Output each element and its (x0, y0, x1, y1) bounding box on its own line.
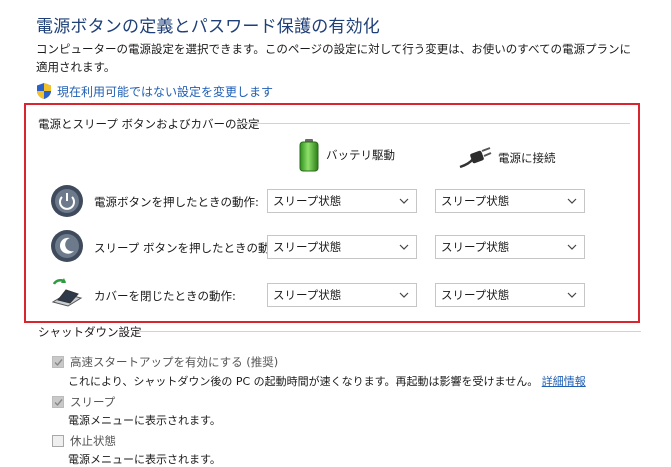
sleep-button-icon (51, 230, 83, 262)
power-button-icon (51, 185, 83, 217)
more-info-link[interactable]: 詳細情報 (542, 375, 586, 388)
sleep-checkbox-row[interactable]: スリープ (52, 394, 115, 410)
select-value: スリープ状態 (441, 288, 510, 302)
fast-startup-description-text: これにより、シャットダウン後の PC の起動時間が速くなります。再起動は影響を受… (68, 375, 539, 388)
power-button-battery-select[interactable]: スリープ状態 (267, 189, 417, 213)
change-link-label: 現在利用可能ではない設定を変更します (57, 84, 274, 99)
sleep-button-plugged-select[interactable]: スリープ状態 (435, 235, 585, 259)
hibernate-checkbox[interactable] (52, 435, 64, 447)
battery-icon (299, 139, 319, 172)
sleep-label: スリープ (70, 395, 116, 409)
shutdown-section-header: シャットダウン設定 (38, 325, 142, 339)
select-value: スリープ状態 (441, 194, 510, 208)
page-title: 電源ボタンの定義とパスワード保護の有効化 (36, 17, 380, 37)
plugged-column-label: 電源に接続 (498, 151, 556, 165)
battery-column-label: バッテリ駆動 (326, 148, 395, 162)
checkmark-icon (54, 398, 63, 406)
fast-startup-checkbox-row[interactable]: 高速スタートアップを有効にする (推奨) (52, 354, 278, 370)
select-value: スリープ状態 (441, 240, 510, 254)
sleep-button-label: スリープ ボタンを押したときの動作: (94, 241, 285, 255)
change-unavailable-settings-link[interactable]: 現在利用可能ではない設定を変更します (36, 82, 273, 100)
page-description: コンピューターの電源設定を選択できます。このページの設定に対して行う変更は、お使… (36, 42, 632, 74)
section-divider (238, 123, 630, 124)
power-button-plugged-select[interactable]: スリープ状態 (435, 189, 585, 213)
hibernate-checkbox-row[interactable]: 休止状態 (52, 433, 116, 449)
power-plug-icon (459, 147, 492, 169)
power-button-label: 電源ボタンを押したときの動作: (94, 195, 259, 209)
select-value: スリープ状態 (273, 240, 342, 254)
chevron-down-icon (567, 198, 577, 204)
chevron-down-icon (399, 198, 409, 204)
plugged-column-header: 電源に接続 (458, 147, 556, 169)
hibernate-label: 休止状態 (70, 434, 116, 448)
lid-close-label: カバーを閉じたときの動作: (94, 289, 236, 303)
chevron-down-icon (567, 292, 577, 298)
fast-startup-checkbox[interactable] (52, 356, 64, 368)
uac-shield-icon (37, 83, 51, 99)
select-value: スリープ状態 (273, 194, 342, 208)
power-section-header: 電源とスリープ ボタンおよびカバーの設定 (38, 117, 260, 131)
lid-close-plugged-select[interactable]: スリープ状態 (435, 283, 585, 307)
select-value: スリープ状態 (273, 288, 342, 302)
sleep-description: 電源メニューに表示されます。 (68, 414, 221, 427)
sleep-checkbox[interactable] (52, 396, 64, 408)
chevron-down-icon (399, 292, 409, 298)
chevron-down-icon (399, 244, 409, 250)
sleep-button-battery-select[interactable]: スリープ状態 (267, 235, 417, 259)
laptop-lid-icon (51, 278, 83, 307)
fast-startup-description: これにより、シャットダウン後の PC の起動時間が速くなります。再起動は影響を受… (68, 373, 586, 389)
fast-startup-label: 高速スタートアップを有効にする (推奨) (70, 355, 279, 369)
lid-close-battery-select[interactable]: スリープ状態 (267, 283, 417, 307)
hibernate-description: 電源メニューに表示されます。 (68, 453, 221, 466)
section-divider (136, 331, 641, 332)
battery-column-header: バッテリ駆動 (298, 138, 395, 172)
chevron-down-icon (567, 244, 577, 250)
checkmark-icon (54, 358, 63, 366)
